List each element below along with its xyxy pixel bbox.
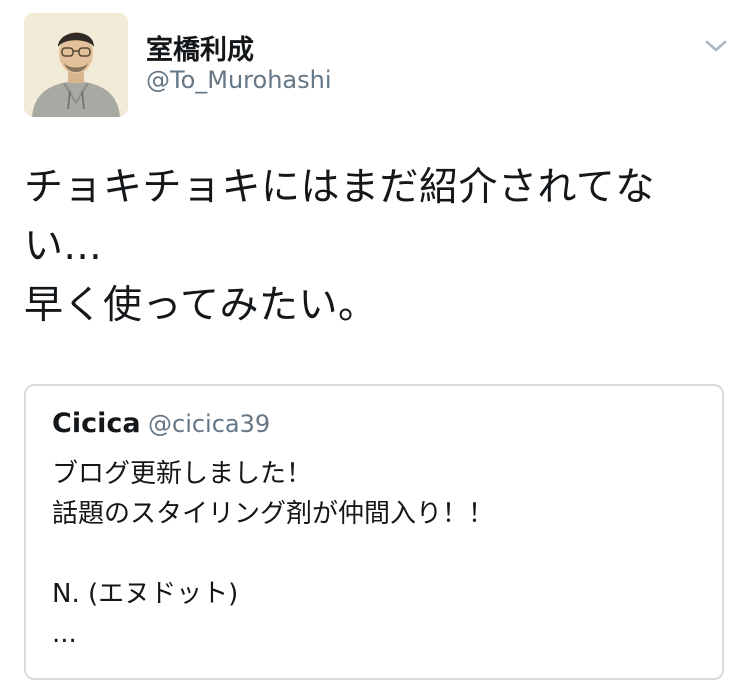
author-display-name[interactable]: 室橋利成 (146, 28, 254, 67)
quoted-text-line: N. (エヌドット) (52, 579, 239, 609)
author-handle[interactable]: @To_Murohashi (146, 66, 332, 94)
tweet-text-line: い... (24, 224, 103, 269)
quoted-tweet-text: ブログ更新しました！ 話題のスタイリング剤が仲間入り！！ N. (エヌドット) … (52, 454, 702, 654)
quoted-text-line: 話題のスタイリング剤が仲間入り！！ (52, 499, 495, 529)
quoted-author-handle: @cicica39 (148, 410, 271, 438)
quoted-text-line: ... (52, 619, 77, 649)
avatar-image (24, 13, 128, 117)
tweet-text: チョキチョキにはまだ紹介されてな い... 早く使ってみたい。 (24, 158, 714, 335)
quoted-tweet-card[interactable]: Cicica @cicica39 ブログ更新しました！ 話題のスタイリング剤が仲… (24, 384, 724, 680)
quoted-text-line (52, 534, 702, 574)
avatar[interactable] (24, 13, 128, 117)
tweet-text-line: 早く使ってみたい。 (24, 283, 378, 328)
tweet-text-line: チョキチョキにはまだ紹介されてな (24, 165, 655, 210)
quoted-author-display-name: Cicica (52, 408, 141, 439)
chevron-down-icon[interactable] (704, 36, 728, 56)
tweet: 室橋利成 @To_Murohashi チョキチョキにはまだ紹介されてな い...… (0, 0, 750, 691)
quoted-text-line: ブログ更新しました！ (52, 459, 313, 489)
